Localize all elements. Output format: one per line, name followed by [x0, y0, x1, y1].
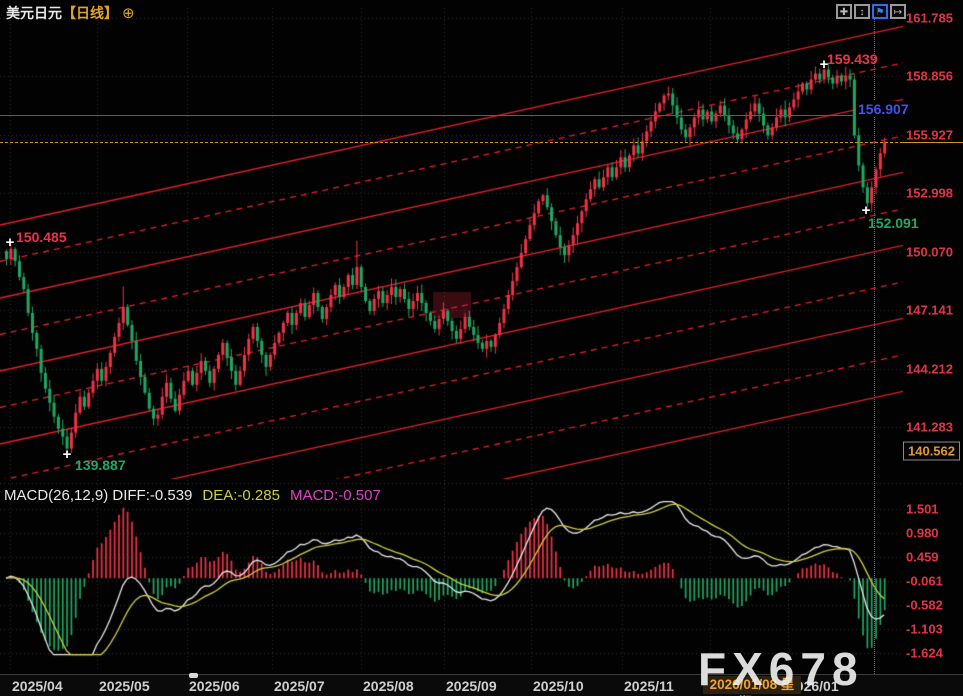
fx678-watermark: FX678 [698, 642, 864, 696]
price-tick: 152.998 [906, 186, 953, 201]
horizontal-price-line-label: 156.907 [856, 101, 911, 117]
time-label: 2025/07 [274, 678, 325, 694]
high-price-label: 159.439 [827, 51, 878, 67]
macd-diff-readout: MACD(26,12,9) DIFF:-0.539 [4, 487, 192, 504]
macd-tick: -0.582 [906, 598, 943, 613]
price-tick: 144.212 [906, 362, 953, 377]
axis-price-box: 140.562 [903, 442, 960, 461]
chart-canvas[interactable] [0, 0, 963, 674]
horizontal-price-line[interactable] [0, 115, 903, 116]
price-tick: 147.141 [906, 303, 953, 318]
low-price-label: 152.091 [868, 215, 919, 231]
symbol-name: 美元日元 [6, 5, 62, 21]
price-cross-marker: + [6, 234, 15, 251]
flag-icon[interactable]: ⚑ [872, 4, 888, 19]
chart-window: 美元日元【日线】⊕ ✚↕⚑↦ 161.785 158.856 155.927 152.… [0, 0, 963, 696]
axis-scale-icon[interactable]: ↕ [854, 4, 870, 19]
high-price-label: 150.485 [16, 229, 67, 245]
macd-header: MACD(26,12,9) DIFF:-0.539 DEA:-0.285 MACD:… [4, 487, 381, 504]
time-label: 2025/09 [446, 678, 497, 694]
time-label: 2025/04 [12, 678, 63, 694]
chart-title: 美元日元【日线】⊕ [6, 3, 135, 23]
macd-tick: 1.501 [906, 502, 939, 517]
time-label: 2025/06 [189, 678, 240, 694]
price-tick: 141.283 [906, 420, 953, 435]
time-label: 2025/05 [99, 678, 150, 694]
time-label: 2025/08 [363, 678, 414, 694]
last-price-line [0, 142, 903, 143]
time-label: 2025/11 [624, 678, 674, 694]
macd-macd-readout: MACD:-0.507 [290, 487, 381, 504]
timeframe-label: 【日线】 [62, 5, 118, 21]
macd-tick: -1.624 [906, 646, 943, 661]
time-label: 2025/10 [533, 678, 584, 694]
macd-tick: 0.980 [906, 526, 939, 541]
zoom-icon[interactable]: ⊕ [122, 5, 135, 22]
pan-icon[interactable]: ✚ [836, 4, 852, 19]
price-tick: 158.856 [906, 69, 953, 84]
chart-toolbar: ✚↕⚑↦ [836, 4, 906, 19]
low-price-label: 139.887 [75, 457, 126, 473]
price-tick: 155.927 [906, 128, 953, 143]
axis-drag-handle[interactable] [189, 673, 198, 678]
macd-dea-readout: DEA:-0.285 [202, 487, 280, 504]
macd-tick: -0.061 [906, 574, 943, 589]
price-cross-marker: + [63, 446, 72, 463]
macd-tick: 0.459 [906, 550, 939, 565]
exit-chart-icon[interactable]: ↦ [890, 4, 906, 19]
macd-tick: -1.103 [906, 622, 943, 637]
price-tick: 161.785 [906, 11, 953, 26]
price-tick: 150.070 [906, 245, 953, 260]
